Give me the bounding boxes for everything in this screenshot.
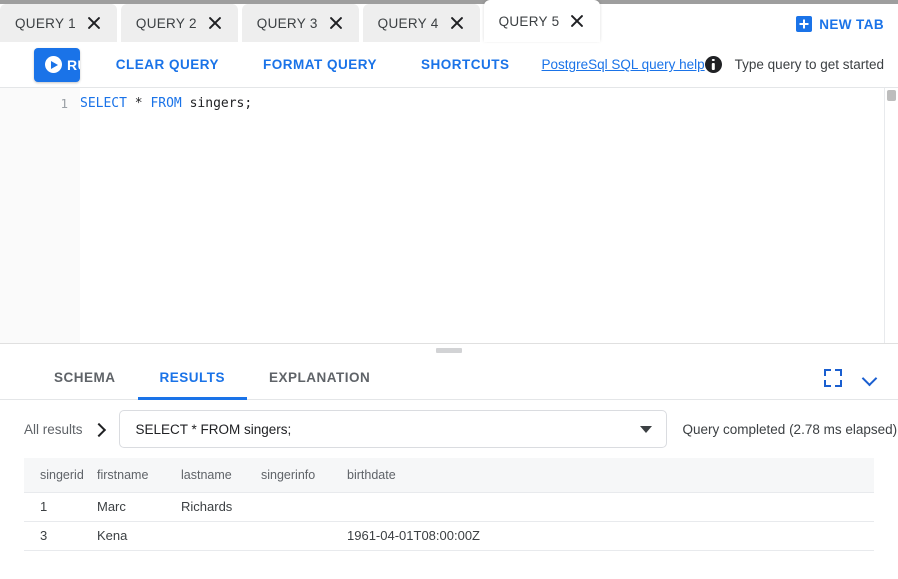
close-icon[interactable] — [86, 15, 102, 31]
table-row[interactable]: 3 Kena 1961-04-01T08:00:00Z — [24, 521, 874, 550]
close-icon[interactable] — [328, 15, 344, 31]
info-icon — [705, 56, 722, 73]
sql-query-help-link[interactable]: PostgreSql SQL query help — [542, 57, 705, 72]
cell-firstname: Kena — [97, 521, 181, 550]
chevron-down-icon[interactable] — [862, 370, 878, 386]
editor-code-area[interactable]: SELECT * FROM singers; — [80, 88, 898, 343]
chevron-right-icon — [92, 422, 106, 436]
query-toolbar: RUN CLEAR QUERY FORMAT QUERY SHORTCUTS P… — [0, 42, 898, 88]
shortcuts-button[interactable]: SHORTCUTS — [421, 57, 510, 72]
column-header-firstname[interactable]: firstname — [97, 458, 181, 492]
fullscreen-icon[interactable] — [824, 369, 842, 387]
tab-label: QUERY 5 — [499, 14, 560, 29]
tab-label: QUERY 4 — [378, 16, 439, 31]
close-icon[interactable] — [449, 15, 465, 31]
results-panel-actions — [824, 356, 898, 399]
cell-singerinfo — [261, 521, 347, 550]
caret-down-icon — [640, 426, 652, 433]
query-select[interactable]: SELECT * FROM singers; — [119, 410, 667, 448]
table-row[interactable]: 1 Marc Richards — [24, 492, 874, 521]
toolbar-status: Type query to get started — [705, 56, 884, 73]
sql-keyword: FROM — [150, 96, 181, 111]
editor-vertical-scrollbar[interactable] — [887, 90, 896, 101]
results-table-head: singerid firstname lastname singerinfo b… — [24, 458, 874, 492]
column-header-singerinfo[interactable]: singerinfo — [261, 458, 347, 492]
run-button-main[interactable]: RUN — [34, 48, 80, 82]
tab-results[interactable]: RESULTS — [138, 356, 248, 399]
column-header-lastname[interactable]: lastname — [181, 458, 261, 492]
new-tab-button[interactable]: NEW TAB — [796, 16, 884, 32]
tab-query-3[interactable]: QUERY 3 — [242, 4, 359, 42]
cell-birthdate: 1961-04-01T08:00:00Z — [347, 521, 874, 550]
tab-query-2[interactable]: QUERY 2 — [121, 4, 238, 42]
tab-label: QUERY 2 — [136, 16, 197, 31]
query-tab-bar: QUERY 1 QUERY 2 QUERY 3 QUERY 4 QUERY 5 … — [0, 0, 898, 42]
cell-firstname: Marc — [97, 492, 181, 521]
run-button[interactable]: RUN — [34, 48, 80, 82]
new-tab-label: NEW TAB — [819, 17, 884, 32]
tab-schema[interactable]: SCHEMA — [32, 356, 138, 399]
results-selector-row: All results SELECT * FROM singers; Query… — [0, 400, 898, 458]
sql-keyword: SELECT — [80, 96, 127, 111]
toolbar-status-text: Type query to get started — [735, 57, 884, 72]
breadcrumb-all-results[interactable]: All results — [24, 422, 83, 437]
table-header-row: singerid firstname lastname singerinfo b… — [24, 458, 874, 492]
results-tab-bar: SCHEMA RESULTS EXPLANATION — [0, 356, 898, 400]
line-number: 1 — [0, 94, 68, 114]
results-table-wrap: singerid firstname lastname singerinfo b… — [0, 458, 898, 579]
sql-token: * — [127, 96, 150, 111]
results-panel: SCHEMA RESULTS EXPLANATION All results S… — [0, 356, 898, 579]
results-table: singerid firstname lastname singerinfo b… — [24, 458, 874, 551]
editor-rail — [884, 88, 885, 343]
column-header-birthdate[interactable]: birthdate — [347, 458, 874, 492]
results-table-body: 1 Marc Richards 3 Kena 1961-04-01T08:00:… — [24, 492, 874, 550]
play-circle-icon — [45, 56, 62, 73]
column-header-singerid[interactable]: singerid — [24, 458, 97, 492]
tab-explanation[interactable]: EXPLANATION — [247, 356, 392, 399]
cell-singerid: 3 — [24, 521, 97, 550]
close-icon[interactable] — [207, 15, 223, 31]
close-icon[interactable] — [569, 13, 585, 29]
cell-lastname — [181, 521, 261, 550]
clear-query-button[interactable]: CLEAR QUERY — [116, 57, 219, 72]
query-status-text: Query completed (2.78 ms elapsed) — [683, 422, 898, 437]
cell-singerid: 1 — [24, 492, 97, 521]
sql-query-workbench: QUERY 1 QUERY 2 QUERY 3 QUERY 4 QUERY 5 … — [0, 0, 898, 579]
sql-token: singers; — [182, 96, 252, 111]
code-line: SELECT * FROM singers; — [80, 94, 898, 114]
cell-singerinfo — [261, 492, 347, 521]
format-query-button[interactable]: FORMAT QUERY — [263, 57, 377, 72]
panel-resizer[interactable] — [0, 344, 898, 356]
plus-square-icon — [796, 16, 812, 32]
tab-query-1[interactable]: QUERY 1 — [0, 4, 117, 42]
cell-lastname: Richards — [181, 492, 261, 521]
tab-query-4[interactable]: QUERY 4 — [363, 4, 480, 42]
drag-handle-icon[interactable] — [436, 348, 462, 353]
tab-query-5[interactable]: QUERY 5 — [484, 0, 601, 42]
cell-birthdate — [347, 492, 874, 521]
query-select-value: SELECT * FROM singers; — [136, 422, 640, 437]
tab-label: QUERY 3 — [257, 16, 318, 31]
tab-label: QUERY 1 — [15, 16, 76, 31]
editor-gutter: 1 — [0, 88, 80, 343]
sql-editor[interactable]: 1 SELECT * FROM singers; — [0, 88, 898, 344]
run-button-label: RUN — [67, 57, 80, 73]
